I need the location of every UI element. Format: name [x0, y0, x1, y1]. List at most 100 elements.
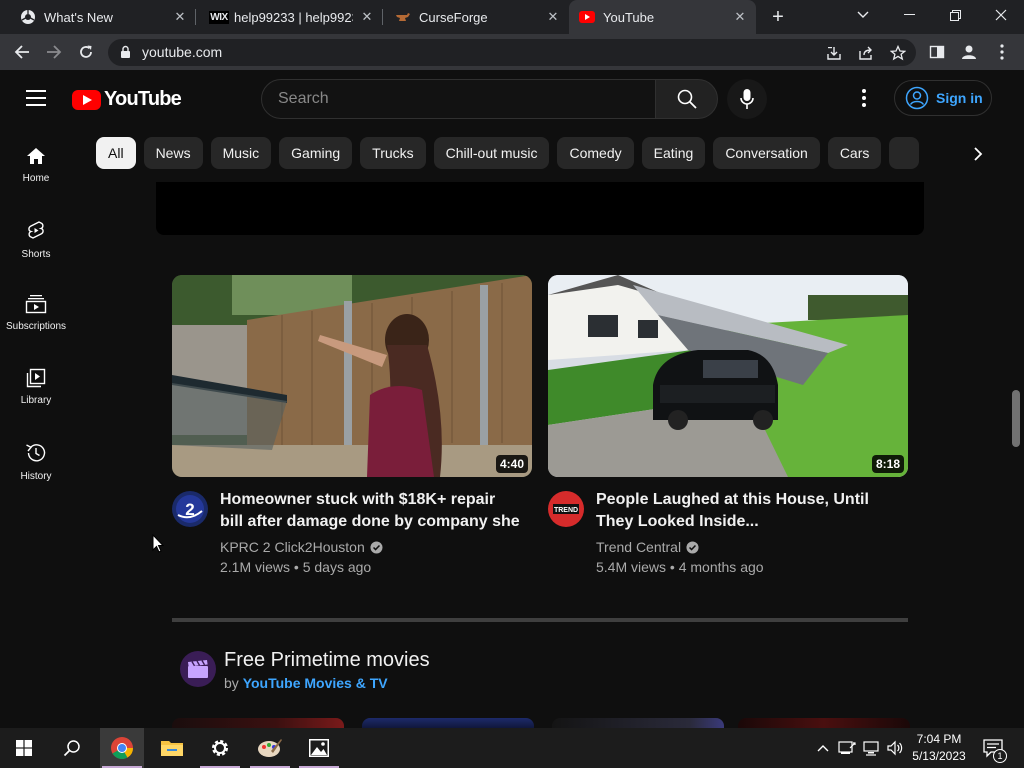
shelf-channel-link[interactable]: YouTube Movies & TV: [243, 675, 388, 691]
sidebar-item-home[interactable]: Home: [0, 126, 72, 200]
tab-curseforge[interactable]: CurseForge ✕: [383, 0, 569, 34]
install-app-icon[interactable]: [824, 43, 844, 63]
paint-palette-icon: [258, 739, 282, 757]
taskbar-settings[interactable]: [198, 728, 242, 768]
taskbar-file-explorer[interactable]: [150, 728, 194, 768]
close-tab-icon[interactable]: ✕: [732, 9, 748, 25]
taskbar-paint[interactable]: [248, 728, 292, 768]
voice-search-button[interactable]: [727, 79, 767, 119]
tab-whats-new[interactable]: What's New ✕: [0, 0, 196, 34]
movie-thumbnail[interactable]: [552, 718, 724, 728]
chip-comedy[interactable]: Comedy: [557, 137, 634, 169]
forward-button[interactable]: [42, 40, 66, 64]
curseforge-icon: [395, 9, 411, 25]
chrome-menu-icon[interactable]: [990, 40, 1014, 64]
upload-age: 4 months ago: [678, 559, 764, 575]
chip-cars[interactable]: Cars: [827, 137, 882, 169]
video-thumbnail[interactable]: 8:18: [548, 275, 908, 477]
video-thumbnail[interactable]: 4:40: [172, 275, 532, 477]
reload-button[interactable]: [74, 40, 98, 64]
movie-thumbnail[interactable]: [738, 718, 910, 728]
volume-icon[interactable]: [884, 728, 906, 768]
chip-trucks[interactable]: Trucks: [360, 137, 426, 169]
network-icon[interactable]: [860, 728, 882, 768]
chip-chill-out-music[interactable]: Chill-out music: [433, 137, 550, 169]
tab-youtube[interactable]: YouTube ✕: [569, 0, 756, 34]
tab-title: help99233 | help99233's: [234, 9, 353, 25]
settings-menu-icon[interactable]: [852, 86, 876, 110]
back-button[interactable]: [10, 40, 34, 64]
search-button[interactable]: [655, 79, 718, 119]
security-tray-icon[interactable]: [836, 728, 858, 768]
tab-wix[interactable]: WIX help99233 | help99233's ✕: [196, 0, 383, 34]
chip-conversation[interactable]: Conversation: [713, 137, 820, 169]
chip-partial[interactable]: [889, 137, 920, 169]
restore-button[interactable]: [932, 0, 978, 30]
video-card[interactable]: 8:18 TREND People Laughed at this House,…: [548, 275, 908, 579]
address-bar[interactable]: youtube.com: [108, 39, 916, 66]
chip-all[interactable]: All: [96, 137, 136, 169]
subscriptions-icon: [25, 295, 47, 314]
video-title[interactable]: People Laughed at this House, Until They…: [596, 489, 896, 533]
chip-gaming[interactable]: Gaming: [279, 137, 353, 169]
close-tab-icon[interactable]: ✕: [545, 9, 561, 25]
channel-name-row[interactable]: Trend Central: [596, 539, 699, 555]
video-card[interactable]: 4:40 2 Homeowner stuck with $18K+ repair…: [172, 275, 532, 579]
shelf-subtitle: by YouTube Movies & TV: [224, 675, 388, 691]
taskbar-search-button[interactable]: [50, 728, 94, 768]
movies-channel-avatar[interactable]: [180, 651, 216, 687]
youtube-play-icon: [72, 89, 101, 110]
chip-music[interactable]: Music: [210, 137, 272, 169]
taskbar-clock[interactable]: 7:04 PM 5/13/2023: [908, 731, 970, 765]
search-input[interactable]: [278, 89, 628, 109]
sidebar-item-library[interactable]: Library: [0, 348, 72, 422]
sign-in-button[interactable]: Sign in: [894, 80, 992, 116]
movie-thumbnail[interactable]: [362, 718, 534, 728]
svg-text:TREND: TREND: [554, 507, 578, 514]
url-text[interactable]: youtube.com: [142, 44, 222, 60]
show-hidden-icons-chevron-icon[interactable]: [813, 728, 833, 768]
chip-eating[interactable]: Eating: [641, 137, 706, 169]
library-icon: [26, 368, 46, 388]
share-icon[interactable]: [856, 43, 876, 63]
taskbar-chrome[interactable]: [100, 728, 144, 768]
hamburger-menu-icon[interactable]: [26, 90, 46, 106]
minimize-button[interactable]: [886, 0, 932, 30]
video-title[interactable]: Homeowner stuck with $18K+ repair bill a…: [220, 489, 520, 533]
sidebar-item-history[interactable]: History: [0, 422, 72, 496]
youtube-logo[interactable]: YouTube: [72, 88, 182, 111]
screen: What's New ✕ WIX help99233 | help99233's…: [0, 0, 1024, 768]
channel-avatar[interactable]: 2: [172, 491, 208, 527]
channel-avatar[interactable]: TREND: [548, 491, 584, 527]
photos-icon: [309, 739, 329, 757]
lock-icon[interactable]: [120, 45, 131, 64]
sidebar-item-subscriptions[interactable]: Subscriptions: [0, 274, 72, 348]
mouse-cursor-icon: [152, 534, 164, 553]
start-button[interactable]: [2, 728, 46, 768]
page-scrollbar-thumb[interactable]: [1012, 390, 1020, 447]
search-box[interactable]: [261, 79, 656, 119]
channel-name[interactable]: Trend Central: [596, 539, 681, 555]
duration-badge: 8:18: [871, 455, 904, 473]
sidebar-item-shorts[interactable]: Shorts: [0, 200, 72, 274]
channel-name[interactable]: KPRC 2 Click2Houston: [220, 539, 365, 555]
history-icon: [26, 444, 46, 462]
notification-center-button[interactable]: 1: [978, 728, 1008, 768]
channel-name-row[interactable]: KPRC 2 Click2Houston: [220, 539, 383, 555]
close-window-button[interactable]: [978, 0, 1024, 30]
profile-icon[interactable]: [957, 40, 981, 64]
chip-news[interactable]: News: [143, 137, 203, 169]
close-tab-icon[interactable]: ✕: [359, 9, 375, 25]
shelf-title[interactable]: Free Primetime movies: [224, 649, 430, 672]
upload-age: 5 days ago: [302, 559, 372, 575]
bookmark-star-icon[interactable]: [888, 43, 908, 63]
shorts-icon: [28, 221, 44, 239]
movie-thumbnail[interactable]: [172, 718, 344, 728]
new-tab-button[interactable]: +: [766, 5, 790, 29]
chevron-right-icon[interactable]: [966, 142, 990, 166]
tab-search-chevron-icon[interactable]: [840, 0, 886, 30]
search-icon: [677, 89, 697, 109]
close-tab-icon[interactable]: ✕: [172, 9, 188, 25]
taskbar-photos[interactable]: [297, 728, 341, 768]
side-panel-icon[interactable]: [925, 40, 949, 64]
